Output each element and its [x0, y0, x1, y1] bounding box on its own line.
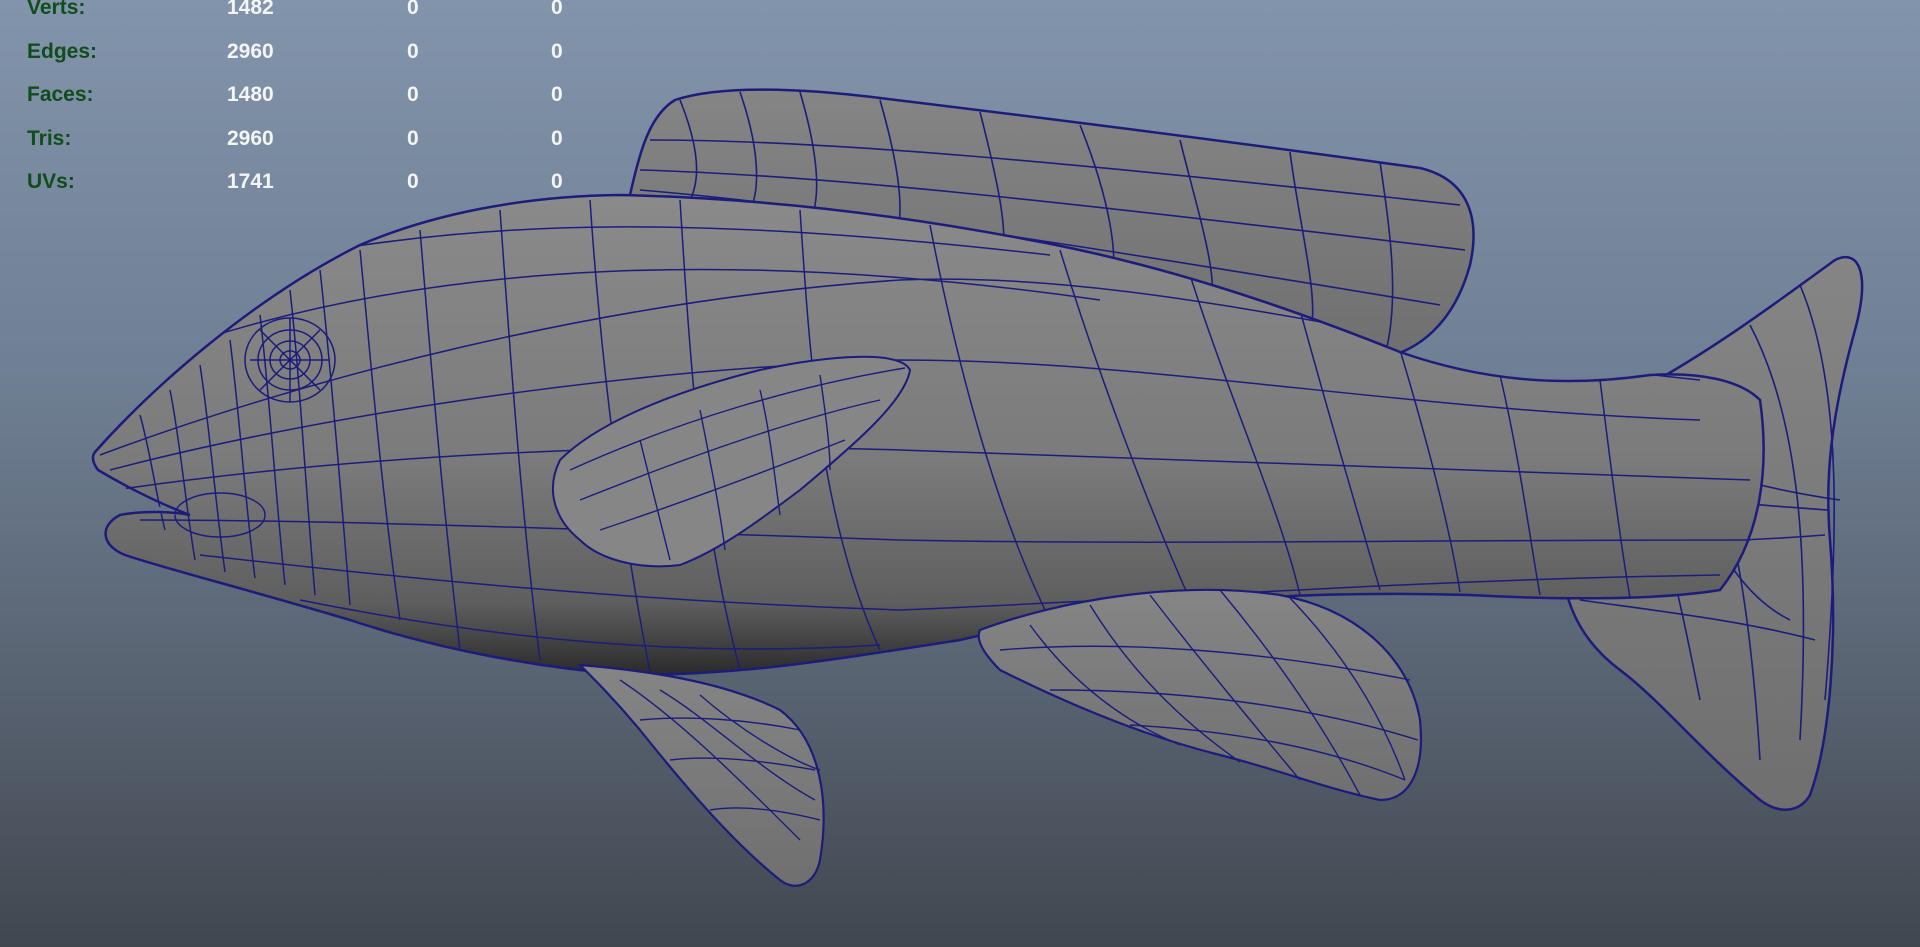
hud-count-extra: 0	[551, 170, 563, 193]
hud-label: UVs:	[27, 170, 75, 193]
anal-fin	[977, 588, 1422, 802]
hud-count-extra: 0	[551, 126, 563, 150]
hud-count-selected: 0	[407, 170, 419, 193]
hud-count-selected: 0	[407, 83, 419, 106]
hud-count-selected: 0	[407, 39, 419, 63]
hud-count-selected: 0	[407, 126, 419, 150]
hud-row-tris: Tris: 2960 0 0	[27, 127, 587, 171]
hud-label: Edges:	[27, 39, 98, 63]
3d-viewport[interactable]: Verts: 1482 0 0 Edges: 2960 0 0 Faces: 1480 0 0 Tris…	[0, 0, 1920, 947]
hud-count-total: 1480	[227, 83, 274, 106]
poly-count-hud: Verts: 1482 0 0 Edges: 2960 0 0 Faces: 1480 0 0 Tris…	[27, 0, 587, 214]
pelvic-fin	[577, 663, 825, 887]
hud-row-edges: Edges: 2960 0 0	[27, 40, 587, 84]
hud-count-extra: 0	[551, 39, 563, 63]
hud-row-uvs: UVs: 1741 0 0	[27, 170, 587, 214]
hud-row-faces: Faces: 1480 0 0	[27, 83, 587, 127]
hud-count-total: 2960	[227, 39, 274, 63]
hud-count-total: 2960	[227, 126, 274, 150]
hud-count-extra: 0	[551, 0, 563, 19]
hud-row-verts: Verts: 1482 0 0	[27, 0, 587, 40]
hud-label: Tris:	[27, 126, 72, 150]
hud-count-extra: 0	[551, 83, 563, 106]
hud-count-total: 1741	[227, 170, 274, 193]
hud-count-selected: 0	[407, 0, 419, 19]
hud-label: Verts:	[27, 0, 86, 19]
hud-count-total: 1482	[227, 0, 274, 19]
hud-label: Faces:	[27, 83, 94, 106]
